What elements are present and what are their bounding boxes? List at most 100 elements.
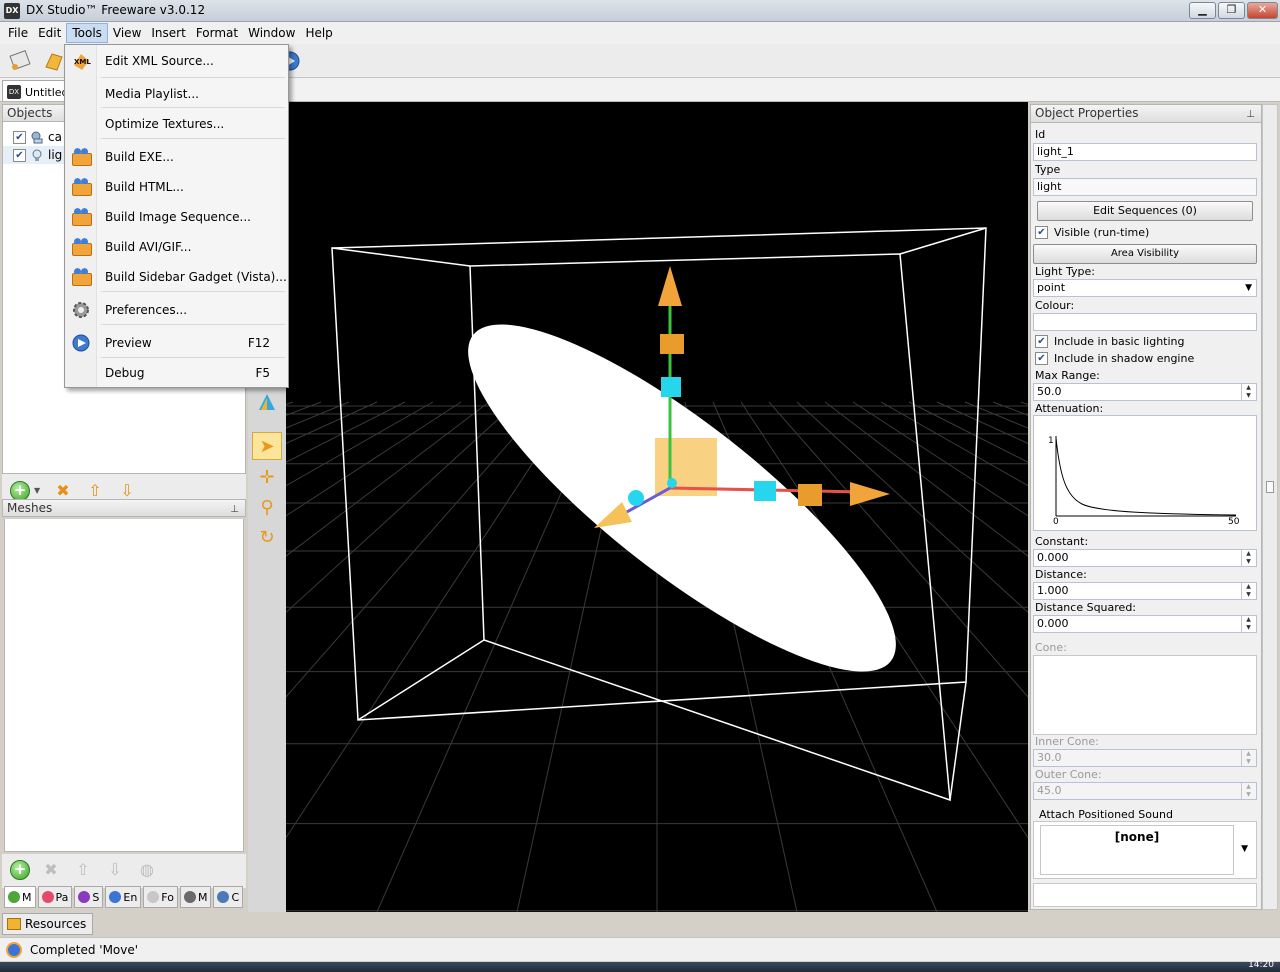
- tools-menu-item-9[interactable]: Preview F12: [65, 329, 288, 357]
- delete-object-button[interactable]: ✖: [54, 482, 72, 500]
- menu-tools[interactable]: Tools: [66, 23, 108, 43]
- scene-canvas[interactable]: [0, 102, 1280, 913]
- mesh-up-button[interactable]: ⇧: [74, 861, 92, 879]
- maximize-button[interactable]: ❐: [1218, 2, 1245, 19]
- tab-scripts[interactable]: S: [74, 886, 104, 908]
- tools-menu-item-3[interactable]: Build EXE...: [65, 143, 288, 171]
- close-button[interactable]: ✕: [1247, 2, 1278, 19]
- edit-sequences-button[interactable]: Edit Sequences (0): [1037, 201, 1253, 221]
- globe-button[interactable]: ◍: [138, 861, 156, 879]
- menu-item-label: Build Sidebar Gadget (Vista)...: [105, 270, 287, 284]
- tab-environments[interactable]: En: [105, 886, 142, 908]
- visible-runtime-checkbox[interactable]: ✔: [1035, 226, 1048, 239]
- status-icon: [6, 941, 22, 958]
- distance-spinner[interactable]: ▲ ▼: [1241, 583, 1255, 599]
- scrollbar-thumb[interactable]: [1266, 481, 1274, 493]
- max-range-input[interactable]: 50.0 ▲ ▼: [1033, 383, 1257, 401]
- scale-tool-button[interactable]: ⚲: [252, 494, 282, 522]
- paint-tool-button[interactable]: [252, 390, 282, 418]
- camera-tab-icon: [217, 891, 230, 903]
- add-dropdown-arrow-icon[interactable]: ▼: [34, 486, 40, 495]
- distance-input[interactable]: 1.000 ▲ ▼: [1033, 582, 1257, 600]
- basic-lighting-checkbox[interactable]: ✔: [1035, 335, 1048, 348]
- x-axis-scale-handle: [798, 484, 822, 506]
- new-scene-button[interactable]: [6, 47, 36, 75]
- resources-tab[interactable]: Resources: [2, 913, 94, 935]
- grid-line: [0, 401, 406, 608]
- tools-menu-item-10[interactable]: Debug F5: [65, 359, 288, 387]
- z-axis-move-handle: [628, 490, 644, 506]
- menu-item-label: Build HTML...: [105, 180, 184, 194]
- menu-help[interactable]: Help: [300, 24, 337, 42]
- scene-viewport[interactable]: [0, 102, 1280, 913]
- cone-graph: [1033, 655, 1257, 735]
- tools-menu-item-8[interactable]: Preferences...: [65, 296, 288, 324]
- move-up-button[interactable]: ⇧: [86, 482, 104, 500]
- menu-file[interactable]: File: [3, 24, 33, 42]
- constant-value: 0.000: [1037, 551, 1069, 564]
- light-type-select[interactable]: point ▼: [1033, 279, 1257, 297]
- build-brick-icon: [71, 267, 92, 287]
- tools-menu-item-5[interactable]: Build Image Sequence...: [65, 203, 288, 231]
- pin-icon[interactable]: ⊥: [1246, 107, 1255, 123]
- menu-separator: [101, 324, 285, 325]
- menu-window[interactable]: Window: [243, 24, 300, 42]
- tools-menu-item-4[interactable]: Build HTML...: [65, 173, 288, 201]
- constant-spinner[interactable]: ▲ ▼: [1241, 550, 1255, 566]
- area-visibility-button[interactable]: Area Visibility: [1033, 244, 1257, 264]
- rotate-tool-button[interactable]: ↻: [252, 524, 282, 552]
- x-axis-arrowhead: [850, 482, 890, 506]
- build-brick-icon: [71, 177, 92, 197]
- menu-view[interactable]: View: [108, 24, 146, 42]
- tools-menu-item-2[interactable]: Optimize Textures...: [65, 110, 288, 138]
- delete-mesh-button[interactable]: ✖: [42, 861, 60, 879]
- distance-squared-input[interactable]: 0.000 ▲ ▼: [1033, 615, 1257, 633]
- select-tool-button[interactable]: ➤: [252, 432, 282, 460]
- tools-menu-item-6[interactable]: Build AVI/GIF...: [65, 233, 288, 261]
- tab-meshes[interactable]: M: [4, 886, 36, 908]
- folder-icon: [7, 918, 21, 930]
- menu-insert[interactable]: Insert: [146, 24, 190, 42]
- distance-label: Distance:: [1035, 568, 1087, 581]
- tools-menu-item-0[interactable]: XML Edit XML Source...: [65, 47, 288, 75]
- tab-fonts[interactable]: Fo: [143, 886, 178, 908]
- distance-squared-spinner[interactable]: ▲ ▼: [1241, 616, 1255, 632]
- minimize-button[interactable]: ▁: [1189, 2, 1216, 19]
- pin-icon[interactable]: ⊥: [230, 502, 239, 518]
- tab-particles[interactable]: Pa: [37, 886, 73, 908]
- add-mesh-button[interactable]: +: [10, 860, 30, 880]
- menu-item-label: Preview: [105, 336, 152, 350]
- light-visibility-checkbox[interactable]: ✔: [13, 148, 26, 162]
- id-label: Id: [1035, 128, 1046, 141]
- constant-input[interactable]: 0.000 ▲ ▼: [1033, 549, 1257, 567]
- tools-menu-item-1[interactable]: Media Playlist...: [65, 80, 288, 108]
- menu-shortcut: F5: [255, 366, 270, 380]
- camera-visibility-checkbox[interactable]: ✔: [13, 130, 26, 144]
- distance-squared-label: Distance Squared:: [1035, 601, 1137, 614]
- move-tool-button[interactable]: ✛: [252, 464, 282, 492]
- tab-materials[interactable]: M: [179, 886, 212, 908]
- mesh-down-button[interactable]: ⇩: [106, 861, 124, 879]
- chevron-down-icon: ▼: [1241, 844, 1248, 854]
- shadow-engine-toggle[interactable]: ✔ Include in shadow engine: [1035, 352, 1194, 365]
- meshes-panel-title: Meshes: [7, 501, 53, 515]
- properties-scrollbar[interactable]: [1262, 104, 1278, 910]
- menu-edit[interactable]: Edit: [33, 24, 66, 42]
- move-down-button[interactable]: ⇩: [118, 482, 136, 500]
- basic-lighting-toggle[interactable]: ✔ Include in basic lighting: [1035, 335, 1185, 348]
- colour-field[interactable]: [1033, 313, 1257, 331]
- max-range-spinner[interactable]: ▲ ▼: [1241, 384, 1255, 400]
- visible-runtime-toggle[interactable]: ✔ Visible (run-time): [1035, 226, 1149, 239]
- positioned-sound-select[interactable]: [none] ▼: [1033, 821, 1257, 879]
- tree-item-label: lig: [48, 148, 63, 162]
- shadow-engine-checkbox[interactable]: ✔: [1035, 352, 1048, 365]
- tools-menu-item-7[interactable]: Build Sidebar Gadget (Vista)...: [65, 263, 288, 291]
- tab-label: M: [22, 890, 32, 904]
- menu-format[interactable]: Format: [191, 24, 243, 42]
- id-field[interactable]: light_1: [1033, 143, 1257, 161]
- menu-separator: [101, 357, 285, 358]
- add-object-button[interactable]: +: [10, 481, 30, 501]
- tab-cameras[interactable]: C: [213, 886, 244, 908]
- menu-item-label: Optimize Textures...: [105, 117, 225, 131]
- build-brick-icon: [71, 207, 92, 227]
